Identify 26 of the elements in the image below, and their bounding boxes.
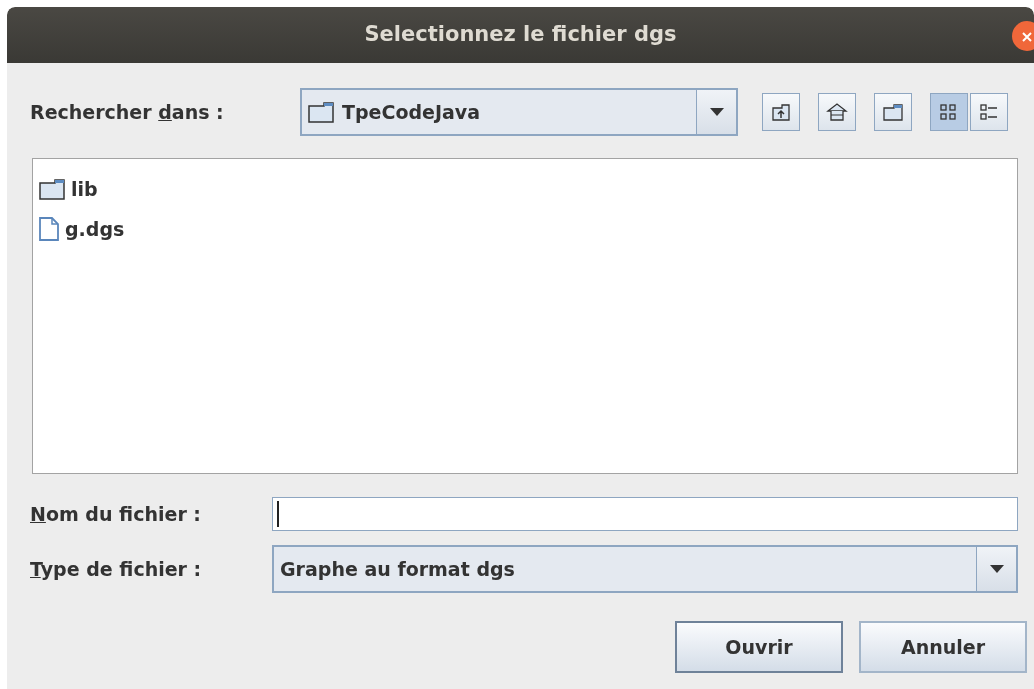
toolbar-button[interactable] [818,93,856,131]
toolbar-button[interactable] [930,93,968,131]
file-name[interactable]: lib [71,174,98,204]
toolbar-button[interactable] [762,93,800,131]
details-view-icon [978,101,1000,123]
look-in-dropdown[interactable]: TpeCodeJava [300,88,738,136]
window-title: Selectionnez le fichier dgs [364,21,677,49]
folder-icon [39,178,65,200]
close-icon [1021,31,1033,44]
look-in-label: Rechercher dans : [30,99,225,125]
folder-icon [308,101,334,123]
home-icon [826,101,848,123]
file-type-label: Type de fichier : [30,556,203,582]
caret-icon [709,108,724,116]
toolbar-button[interactable] [970,93,1008,131]
toolbar-button[interactable] [874,93,912,131]
file-name-label: Nom du fichier : [30,501,202,527]
file-name[interactable]: g.dgs [65,214,125,244]
folder-icon [882,101,904,123]
cancel-button[interactable]: Annuler [859,621,1027,673]
open-button[interactable]: Ouvrir [675,621,843,673]
caret-icon [989,565,1004,573]
file-type-dropdown[interactable]: Graphe au format dgs [272,545,1018,593]
file-icon [39,217,59,241]
file-name-field[interactable] [272,497,1018,531]
folder-up-icon [770,101,792,123]
